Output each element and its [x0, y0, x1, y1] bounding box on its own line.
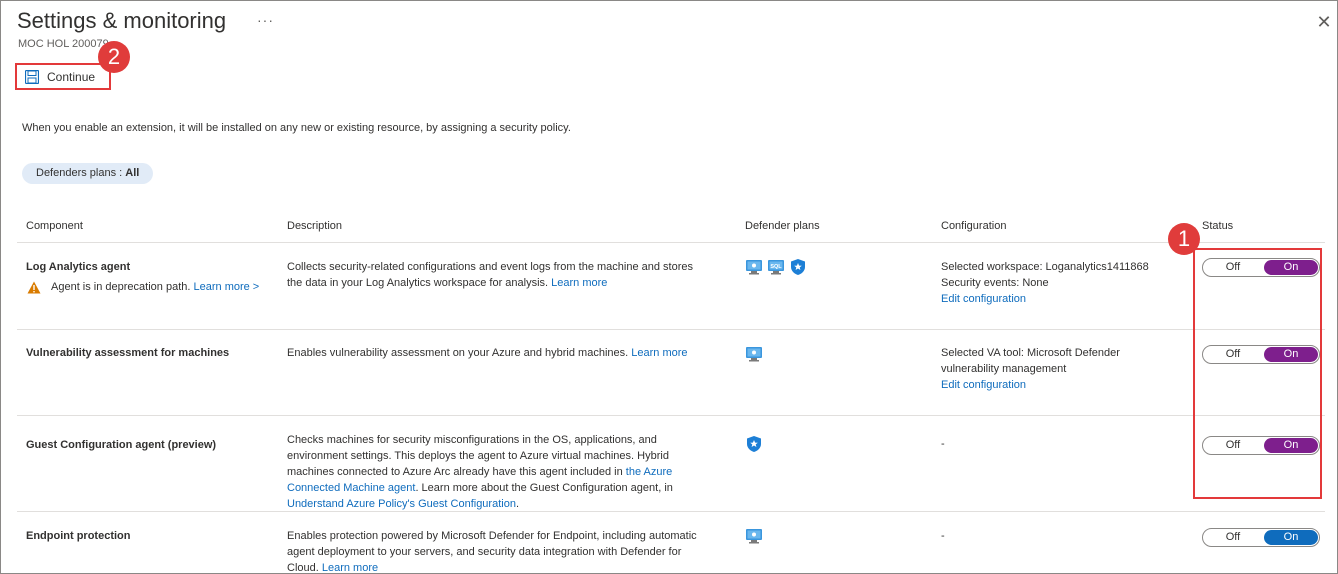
column-header-component: Component [26, 220, 83, 232]
guest-configuration-link[interactable]: Understand Azure Policy's Guest Configur… [287, 498, 516, 510]
component-configuration: Selected VA tool: Microsoft Defender vul… [941, 345, 1120, 393]
description-line: Enables protection powered by Microsoft … [287, 530, 697, 542]
component-name: Log Analytics agent [26, 261, 131, 273]
intro-text: When you enable an extension, it will be… [22, 122, 571, 134]
row-divider [17, 329, 1325, 330]
svg-text:SQL: SQL [770, 264, 782, 270]
callout-badge-1: 1 [1168, 223, 1200, 255]
defender-plans [745, 345, 763, 363]
description-learn-more-link[interactable]: Learn more [631, 347, 687, 359]
warning-text: Agent is in deprecation path. [51, 281, 191, 293]
toggle-on-option[interactable]: On [1264, 530, 1318, 545]
component-name: Endpoint protection [26, 530, 131, 542]
warning-icon [27, 281, 41, 293]
status-highlight-box [1193, 248, 1322, 499]
description-line: Enables vulnerability assessment on your… [287, 347, 629, 359]
column-header-status: Status [1202, 220, 1234, 232]
description-line: environment settings. This deploys the a… [287, 450, 669, 462]
server-icon [746, 260, 762, 275]
config-line: Selected workspace: Loganalytics1411868 [941, 261, 1149, 273]
warning-learn-more-link[interactable]: Learn more > [194, 279, 260, 295]
continue-label: Continue [47, 69, 96, 84]
component-description: Checks machines for security misconfigur… [287, 432, 727, 512]
description-line: Collects security-related configurations… [287, 261, 693, 273]
shield-icon [747, 436, 761, 452]
server-icon [746, 529, 762, 544]
config-line: Selected VA tool: Microsoft Defender [941, 347, 1120, 359]
header-divider [17, 242, 1325, 243]
description-learn-more-link[interactable]: Learn more [322, 562, 378, 574]
more-options-button[interactable]: ··· [257, 12, 274, 28]
azure-connected-machine-link[interactable]: the Azure [626, 466, 672, 478]
close-icon[interactable]: ✕ [1314, 12, 1334, 32]
config-line: vulnerability management [941, 363, 1067, 375]
filter-value: All [125, 167, 140, 179]
page-title: Settings & monitoring [17, 8, 227, 33]
component-description: Enables vulnerability assessment on your… [287, 345, 727, 361]
description-line: the data in your Log Analytics workspace… [287, 277, 549, 289]
component-description: Enables protection powered by Microsoft … [287, 528, 727, 574]
description-line: machines connected to Azure Arc already … [287, 466, 623, 478]
column-header-description: Description [287, 220, 343, 232]
defender-plans-filter[interactable]: Defenders plans : All [22, 163, 154, 184]
description-line: . Learn more about the Guest Configurati… [415, 482, 673, 494]
defender-plans [745, 435, 763, 453]
component-configuration: Selected workspace: Loganalytics1411868 … [941, 259, 1149, 307]
server-icon [746, 347, 762, 362]
component-name: Guest Configuration agent (preview) [26, 439, 217, 451]
filter-label: Defenders plans : [36, 167, 126, 179]
column-header-defender-plans: Defender plans [745, 220, 820, 232]
description-line: agent deployment to your servers, and se… [287, 546, 682, 558]
shield-icon [791, 259, 805, 275]
component-name: Vulnerability assessment for machines [26, 347, 230, 359]
page-subtitle: MOC HOL 200079 [18, 38, 109, 50]
component-configuration: - [941, 530, 945, 542]
edit-configuration-link[interactable]: Edit configuration [941, 377, 1120, 393]
config-line: Security events: None [941, 277, 1049, 289]
connected-machine-agent-link[interactable]: Connected Machine agent [287, 482, 415, 494]
row-divider [17, 415, 1325, 416]
sql-icon: SQL [768, 260, 784, 275]
defender-plans [745, 527, 763, 545]
description-line: Checks machines for security misconfigur… [287, 434, 657, 446]
component-description: Collects security-related configurations… [287, 259, 727, 291]
edit-configuration-link[interactable]: Edit configuration [941, 291, 1149, 307]
status-toggle[interactable]: Off On [1202, 528, 1320, 547]
description-line: . [515, 498, 520, 510]
column-header-configuration: Configuration [941, 220, 1007, 232]
save-icon [25, 69, 39, 84]
callout-badge-2: 2 [98, 41, 130, 73]
component-configuration: - [941, 438, 945, 450]
description-learn-more-link[interactable]: Learn more [551, 277, 607, 289]
toggle-off-option[interactable]: Off [1203, 529, 1263, 546]
defender-plans: SQL [745, 258, 807, 276]
description-line: Cloud. [287, 562, 319, 574]
continue-button[interactable]: Continue [15, 63, 111, 90]
deprecation-warning: Agent is in deprecation path. Learn more… [26, 279, 259, 295]
